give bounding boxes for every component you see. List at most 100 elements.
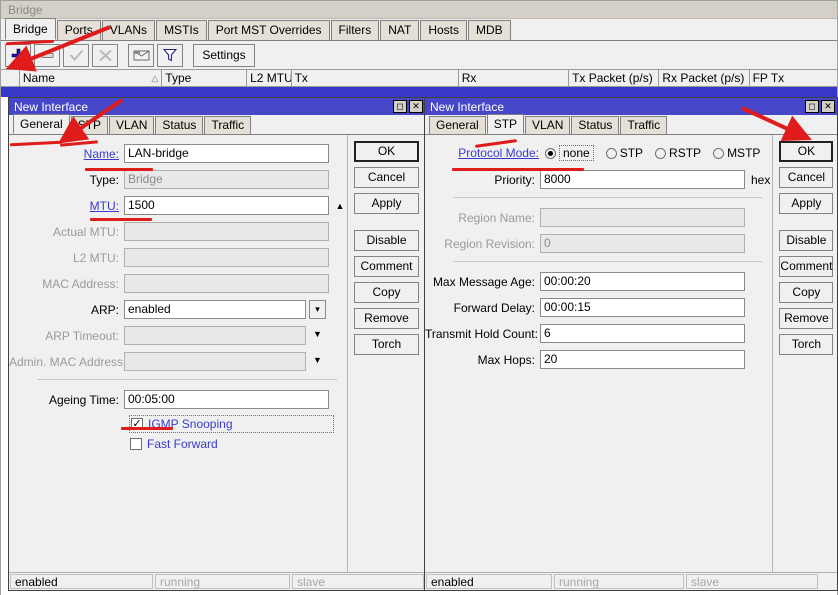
close-icon[interactable]: ✕ <box>409 100 423 113</box>
comment-button[interactable] <box>128 43 154 67</box>
ageing-time-input[interactable]: 00:05:00 <box>124 390 329 409</box>
cancel-button[interactable]: Cancel <box>779 167 834 188</box>
forward-delay-input[interactable]: 00:00:15 <box>540 298 745 317</box>
mtu-spinner-icon[interactable]: ▲ <box>333 201 347 211</box>
dialog-tab-status[interactable]: Status <box>571 116 620 134</box>
max-message-age-input[interactable]: 00:00:20 <box>540 272 745 291</box>
field-ageing-time-label: Ageing Time: <box>48 392 119 407</box>
stp-divider-1 <box>453 197 763 198</box>
dialog-tab-vlan[interactable]: VLAN <box>525 116 571 134</box>
status-running: running <box>554 574 684 589</box>
tab-mdb[interactable]: MDB <box>468 20 511 40</box>
table-row[interactable] <box>1 87 837 97</box>
transmit-hold-count-input[interactable]: 6 <box>540 324 745 343</box>
comment-button[interactable]: Comment <box>354 256 419 277</box>
admin-mac-dropdown-icon[interactable]: ▼ <box>309 352 326 371</box>
remove-button[interactable] <box>34 43 60 67</box>
column-header-tx-label: Tx <box>294 70 308 85</box>
tab-ports[interactable]: Ports <box>56 20 101 40</box>
comment-button[interactable]: Comment <box>779 256 834 277</box>
cancel-button[interactable]: Cancel <box>354 167 419 188</box>
priority-input[interactable]: 8000 <box>540 170 745 189</box>
mtu-input[interactable]: 1500 <box>124 196 329 215</box>
column-header-l2mtu[interactable]: L2 MTU <box>247 70 292 86</box>
add-button[interactable] <box>5 43 31 67</box>
arp-dropdown-icon[interactable]: ▾ <box>309 300 326 319</box>
tab-hosts-label: Hosts <box>428 23 460 37</box>
maximize-icon[interactable]: ◻ <box>805 100 819 113</box>
column-header-type[interactable]: Type <box>162 70 248 86</box>
copy-button[interactable]: Copy <box>779 282 834 303</box>
dialog-tab-traffic[interactable]: Traffic <box>620 116 668 134</box>
radio-mstp[interactable]: MSTP <box>713 146 760 160</box>
close-icon[interactable]: ✕ <box>821 100 835 113</box>
dialog-stp-body: Protocol Mode: none STP RSTP MSTP Priori… <box>425 135 837 590</box>
field-forward-delay-label: Forward Delay: <box>453 300 535 315</box>
disable-button[interactable]: Disable <box>354 230 419 251</box>
fast-forward-checkbox[interactable] <box>130 438 142 450</box>
dialog-tab-general[interactable]: General <box>13 114 70 134</box>
column-header-fp-tx[interactable]: FP Tx <box>750 70 837 86</box>
tab-port-mst-overrides[interactable]: Port MST Overrides <box>207 20 330 40</box>
settings-button-label: Settings <box>202 48 246 62</box>
tab-nat[interactable]: NAT <box>380 20 420 40</box>
comment-icon <box>133 50 149 60</box>
dialog-tab-stp[interactable]: STP <box>70 116 109 134</box>
disable-button[interactable] <box>92 43 118 67</box>
remove-button[interactable]: Remove <box>779 308 834 329</box>
maximize-icon[interactable]: ◻ <box>393 100 407 113</box>
fast-forward-label[interactable]: Fast Forward <box>147 437 218 451</box>
dialog-tab-stp[interactable]: STP <box>486 114 525 134</box>
tab-vlans[interactable]: VLANs <box>101 20 156 40</box>
radio-rstp[interactable]: RSTP <box>655 146 701 160</box>
dialog-tab-vlan[interactable]: VLAN <box>109 116 155 134</box>
column-header-name[interactable]: Name △ <box>20 70 163 86</box>
radio-stp-label: STP <box>619 146 644 160</box>
dialog-general-titlebar[interactable]: New Interface ◻ ✕ <box>9 98 425 115</box>
remove-button[interactable]: Remove <box>354 308 419 329</box>
column-header-rx-packet[interactable]: Rx Packet (p/s) <box>659 70 750 86</box>
field-max-hops: Max Hops: 20 <box>425 349 772 370</box>
disable-button[interactable]: Disable <box>779 230 834 251</box>
torch-button[interactable]: Torch <box>779 334 834 355</box>
filter-button[interactable] <box>157 43 183 67</box>
dialog-tab-vlan-label: VLAN <box>116 118 148 132</box>
apply-button[interactable]: Apply <box>354 193 419 214</box>
dialog-tab-general[interactable]: General <box>429 116 486 134</box>
dialog-tab-traffic-label: Traffic <box>627 118 661 132</box>
max-hops-input[interactable]: 20 <box>540 350 745 369</box>
copy-button[interactable]: Copy <box>354 282 419 303</box>
sort-indicator-icon: △ <box>151 72 159 83</box>
dialog-tab-status-label: Status <box>578 118 613 132</box>
settings-button[interactable]: Settings <box>193 43 255 67</box>
field-name-label[interactable]: Name: <box>9 147 124 161</box>
field-mtu-label[interactable]: MTU: <box>9 199 124 213</box>
field-mac-address-label: MAC Address: <box>42 276 119 291</box>
arp-input[interactable]: enabled <box>124 300 306 319</box>
column-header-tx[interactable]: Tx <box>292 70 459 86</box>
apply-button[interactable]: Apply <box>779 193 834 214</box>
tab-filters[interactable]: Filters <box>330 20 380 40</box>
dialog-stp-titlebar[interactable]: New Interface ◻ ✕ <box>425 98 837 115</box>
dialog-tab-traffic[interactable]: Traffic <box>204 116 252 134</box>
protocol-mode-label[interactable]: Protocol Mode: <box>425 146 545 160</box>
column-header-type-label: Type <box>165 70 192 85</box>
tab-mstis[interactable]: MSTIs <box>156 20 207 40</box>
dialog-tab-status[interactable]: Status <box>155 116 204 134</box>
actual-mtu-input <box>124 222 329 241</box>
column-header-rx[interactable]: Rx <box>459 70 570 86</box>
ok-button[interactable]: OK <box>779 141 834 162</box>
torch-button[interactable]: Torch <box>354 334 419 355</box>
minus-icon <box>41 52 53 58</box>
status-enabled: enabled <box>10 574 153 589</box>
radio-stp[interactable]: STP <box>605 146 644 160</box>
column-header-blank[interactable] <box>1 70 20 86</box>
ok-button[interactable]: OK <box>354 141 419 162</box>
name-input[interactable]: LAN-bridge <box>124 144 329 163</box>
enable-button[interactable] <box>63 43 89 67</box>
radio-none[interactable]: none <box>545 145 594 161</box>
tab-hosts[interactable]: Hosts <box>420 20 468 40</box>
arp-timeout-dropdown-icon[interactable]: ▼ <box>309 326 326 345</box>
column-header-tx-packet[interactable]: Tx Packet (p/s) <box>569 70 660 86</box>
tab-bridge[interactable]: Bridge <box>5 18 56 40</box>
